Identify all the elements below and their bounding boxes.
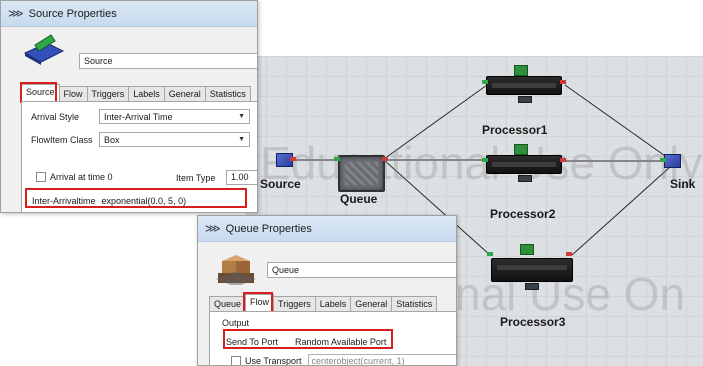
- flexsim-icon: ⋙: [205, 223, 221, 235]
- processor2-input-port: [482, 158, 488, 162]
- tab-triggers[interactable]: Triggers: [86, 86, 130, 101]
- chevron-down-icon: ▼: [238, 113, 245, 120]
- processor3-input-port: [487, 252, 493, 256]
- processor1-base-icon: [518, 96, 532, 103]
- flexsim-icon: ⋙: [8, 8, 24, 20]
- item-type-field[interactable]: 1.00: [226, 170, 257, 185]
- processor3-base-icon: [525, 283, 539, 290]
- interarrival-highlight: [25, 188, 247, 208]
- use-transport-checkbox[interactable]: [231, 356, 241, 365]
- queue-dialog-title: Queue Properties: [225, 222, 312, 235]
- queue-thumbnail-icon: [216, 255, 256, 285]
- arrival-at-time0-label: Arrival at time 0: [50, 172, 113, 182]
- use-transport-label: Use Transport: [245, 356, 302, 366]
- sink-input-port: [660, 158, 666, 162]
- source-dialog-titlebar[interactable]: ⋙ Source Properties: [1, 1, 257, 27]
- tab-general[interactable]: General: [350, 296, 393, 311]
- chevron-down-icon: ▼: [238, 136, 245, 143]
- arrival-style-label: Arrival Style: [31, 112, 80, 122]
- tab-statistics[interactable]: Statistics: [391, 296, 438, 311]
- processor2-output-port: [560, 158, 566, 162]
- tab-labels[interactable]: Labels: [314, 296, 352, 311]
- queue-dialog-titlebar[interactable]: ⋙ Queue Properties: [198, 216, 456, 242]
- queue-input-port: [334, 157, 340, 161]
- sink-object-icon[interactable]: [664, 154, 681, 168]
- use-transport-field[interactable]: centerobject(current, 1): [307, 354, 456, 365]
- flowitem-class-select[interactable]: Box ▼: [99, 132, 250, 147]
- processor2-object-icon[interactable]: [486, 155, 562, 174]
- flowitem-class-label: FlowItem Class: [31, 135, 93, 145]
- source-thumbnail-icon: [23, 34, 65, 65]
- send-to-port-highlight: [223, 329, 393, 349]
- processor2-object-label: Processor2: [490, 207, 556, 221]
- output-group-label: Output: [222, 318, 250, 328]
- queue-object-label: Queue: [340, 192, 378, 206]
- queue-object-icon[interactable]: [338, 155, 385, 192]
- sink-object-label: Sink: [670, 177, 696, 191]
- processor1-output-port: [560, 80, 566, 84]
- processor2-item-icon: [514, 144, 528, 155]
- arrival-style-select[interactable]: Inter-Arrival Time ▼: [99, 109, 250, 124]
- source-dialog-title: Source Properties: [28, 7, 117, 20]
- processor1-object-icon[interactable]: [486, 76, 562, 95]
- processor1-item-icon: [514, 65, 528, 76]
- flowitem-class-value: Box: [104, 134, 120, 145]
- processor1-input-port: [482, 80, 488, 84]
- tab-triggers[interactable]: Triggers: [273, 296, 316, 311]
- tab-flow[interactable]: Flow: [58, 86, 88, 101]
- processor1-object-label: Processor1: [482, 123, 548, 137]
- item-type-label: Item Type: [176, 173, 216, 183]
- queue-properties-dialog: ⋙ Queue Properties Queue Queue Flow Trig…: [197, 215, 457, 366]
- processor3-object-label: Processor3: [500, 315, 566, 329]
- arrival-at-time0-checkbox[interactable]: [36, 172, 46, 182]
- tab-queue[interactable]: Queue: [209, 296, 247, 311]
- tab-labels[interactable]: Labels: [128, 86, 165, 101]
- queue-name-field[interactable]: Queue: [267, 262, 456, 278]
- processor3-item-icon: [520, 244, 534, 255]
- arrival-style-value: Inter-Arrival Time: [104, 111, 173, 122]
- queue-output-port: [382, 157, 388, 161]
- source-properties-dialog: ⋙ Source Properties Source Source Flow T…: [0, 0, 258, 213]
- processor3-output-port: [566, 252, 572, 256]
- source-name-field[interactable]: Source: [79, 53, 257, 69]
- processor3-object-icon[interactable]: [491, 258, 573, 282]
- tab-general[interactable]: General: [163, 86, 206, 101]
- source-tab-highlight: [20, 82, 57, 103]
- processor2-base-icon: [518, 175, 532, 182]
- tab-statistics[interactable]: Statistics: [204, 86, 251, 101]
- source-object-label: Source: [260, 177, 301, 191]
- source-output-port: [290, 157, 296, 161]
- watermark-top: Educational Use Only: [260, 137, 703, 189]
